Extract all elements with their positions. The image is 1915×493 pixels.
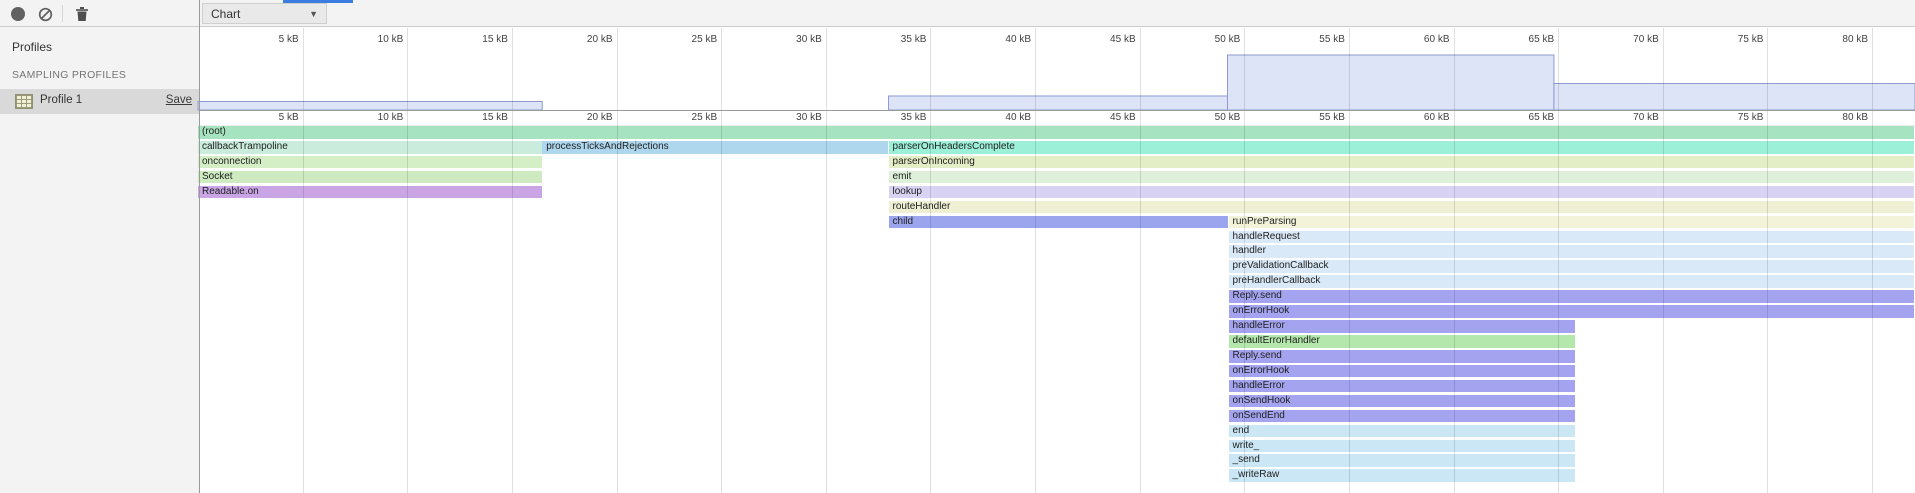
flame-bar[interactable]: preHandlerCallback bbox=[1229, 275, 1915, 288]
overview-area-segment bbox=[889, 96, 1228, 110]
flame-bar[interactable]: onSendEnd bbox=[1229, 410, 1576, 423]
flame-bar[interactable]: onSendHook bbox=[1229, 395, 1576, 408]
flame-bar-label: parserOnIncoming bbox=[893, 156, 975, 167]
flame-bar[interactable]: defaultErrorHandler bbox=[1229, 335, 1576, 348]
flame-bar-label: Reply.send bbox=[1233, 290, 1282, 301]
flame-bar-label: defaultErrorHandler bbox=[1233, 335, 1320, 346]
flame-bar[interactable]: Reply.send bbox=[1229, 290, 1915, 303]
flame-bar[interactable]: Socket bbox=[198, 171, 542, 184]
flame-bar[interactable]: handler bbox=[1229, 245, 1915, 258]
flame-bar[interactable]: child bbox=[889, 216, 1228, 229]
flame-bar-label: preValidationCallback bbox=[1233, 260, 1329, 271]
flame-bar-label: Socket bbox=[202, 171, 233, 182]
flame-bar-label: processTicksAndRejections bbox=[546, 141, 668, 152]
flame-bar-label: onSendHook bbox=[1233, 395, 1291, 406]
flame-bar-label: handleRequest bbox=[1233, 231, 1300, 242]
overview-flame-separator bbox=[200, 110, 1915, 111]
flame-bar[interactable]: routeHandler bbox=[889, 201, 1915, 214]
flame-bar[interactable]: runPreParsing bbox=[1229, 216, 1915, 229]
flame-bar[interactable]: lookup bbox=[889, 186, 1915, 199]
flame-bar-label: onSendEnd bbox=[1233, 410, 1285, 421]
ruler-separator bbox=[200, 125, 1915, 126]
flame-bar[interactable]: end bbox=[1229, 425, 1576, 438]
flame-bar-label: end bbox=[1233, 425, 1250, 436]
memory-profiler-panel: Chart ▼ Profiles SAMPLING PROFILES Profi… bbox=[0, 0, 1915, 493]
sidebar-resize-handle[interactable] bbox=[199, 0, 200, 493]
flame-bar[interactable]: onErrorHook bbox=[1229, 305, 1915, 318]
flame-bar-label: parserOnHeadersComplete bbox=[893, 141, 1015, 152]
flame-bar-label: handler bbox=[1233, 245, 1266, 256]
flame-bar-label: _writeRaw bbox=[1233, 469, 1280, 480]
overview-area-segment bbox=[1554, 84, 1915, 111]
flame-bar[interactable]: handleError bbox=[1229, 380, 1576, 393]
flame-bar[interactable]: parserOnIncoming bbox=[889, 156, 1915, 169]
flame-bar-label: Readable.on bbox=[202, 186, 259, 197]
flame-bar[interactable]: emit bbox=[889, 171, 1915, 184]
flame-bar[interactable]: onErrorHook bbox=[1229, 365, 1576, 378]
flame-bar-label: handleError bbox=[1233, 380, 1285, 391]
overview-area-segment bbox=[1228, 55, 1554, 110]
flame-bar[interactable]: handleError bbox=[1229, 320, 1576, 333]
flame-bar[interactable]: write_ bbox=[1229, 440, 1576, 453]
flame-bar-label: child bbox=[893, 216, 914, 227]
flame-bar[interactable]: parserOnHeadersComplete bbox=[889, 141, 1915, 154]
flame-bar[interactable]: Readable.on bbox=[198, 186, 542, 199]
flame-bar-label: preHandlerCallback bbox=[1233, 275, 1321, 286]
flame-bar-label: write_ bbox=[1233, 440, 1260, 451]
flame-bar-label: Reply.send bbox=[1233, 350, 1282, 361]
flame-bar[interactable]: processTicksAndRejections bbox=[542, 141, 888, 154]
flame-bar-label: onconnection bbox=[202, 156, 262, 167]
flame-bar[interactable]: preValidationCallback bbox=[1229, 260, 1915, 273]
flame-bar-label: (root) bbox=[202, 126, 226, 137]
flame-bar[interactable]: (root) bbox=[198, 126, 1914, 139]
flame-bar[interactable]: callbackTrampoline bbox=[198, 141, 542, 154]
flame-bar[interactable]: _send bbox=[1229, 454, 1576, 467]
flame-bar-label: emit bbox=[893, 171, 912, 182]
flame-bar[interactable]: handleRequest bbox=[1229, 231, 1915, 244]
overview-area-segment bbox=[198, 102, 542, 111]
flame-bar-label: _send bbox=[1233, 454, 1260, 465]
flame-bar-label: routeHandler bbox=[893, 201, 951, 212]
flame-bar[interactable]: onconnection bbox=[198, 156, 542, 169]
flame-bar-label: lookup bbox=[893, 186, 922, 197]
flame-bar[interactable]: _writeRaw bbox=[1229, 469, 1576, 482]
flame-bar[interactable]: Reply.send bbox=[1229, 350, 1576, 363]
flame-bar-label: onErrorHook bbox=[1233, 365, 1290, 376]
flame-bar-label: handleError bbox=[1233, 320, 1285, 331]
flame-bar-label: runPreParsing bbox=[1233, 216, 1297, 227]
flame-bar-label: callbackTrampoline bbox=[202, 141, 288, 152]
flame-bar-label: onErrorHook bbox=[1233, 305, 1290, 316]
